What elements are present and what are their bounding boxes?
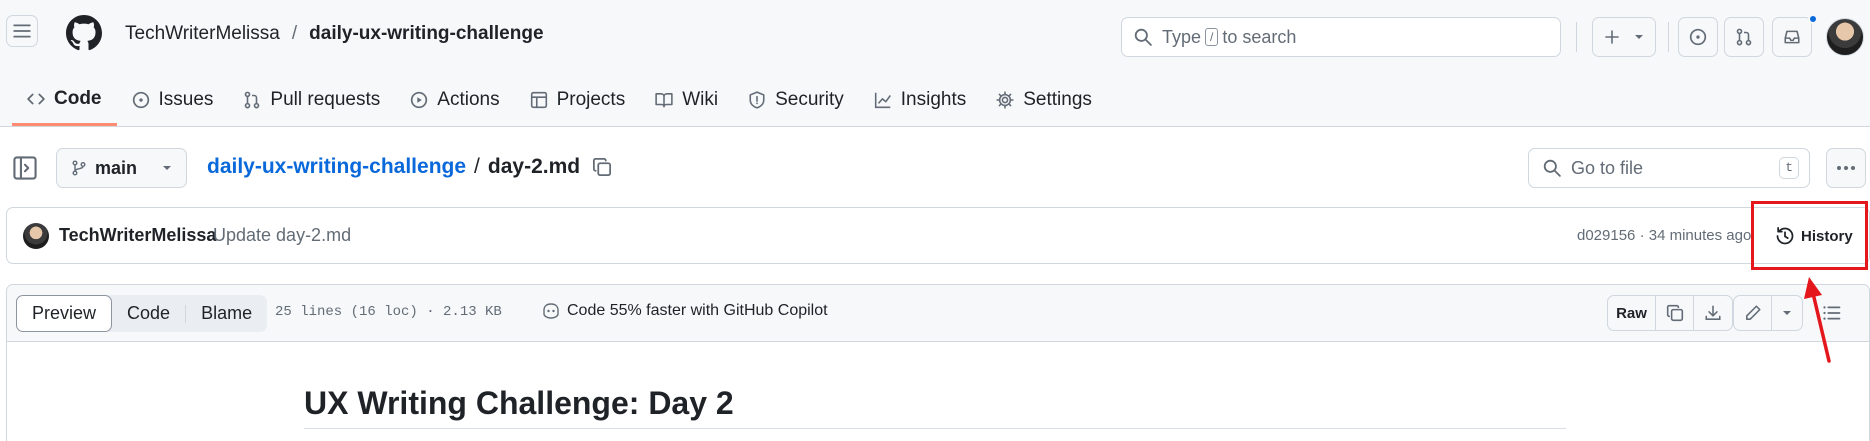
play-icon — [411, 91, 428, 109]
mode-blame-button[interactable]: Blame — [186, 295, 267, 332]
repo-breadcrumb: TechWriterMelissa / daily-ux-writing-cha… — [125, 23, 544, 45]
owner-link[interactable]: TechWriterMelissa — [125, 23, 280, 45]
tab-label: Actions — [437, 89, 500, 110]
breadcrumb-filename: day-2.md — [487, 155, 581, 178]
code-icon — [27, 93, 45, 104]
latest-commit-box: TechWriterMelissa Update day-2.md d02915… — [6, 207, 1870, 264]
search-icon — [1134, 28, 1152, 46]
repo-link[interactable]: daily-ux-writing-challenge — [309, 23, 543, 45]
gear-icon — [996, 91, 1014, 109]
sidebar-expand-icon[interactable] — [12, 155, 38, 181]
triangle-down-icon — [1635, 35, 1643, 39]
mode-preview-button[interactable]: Preview — [16, 295, 113, 332]
branch-name: main — [95, 157, 138, 178]
tab-label: Insights — [900, 89, 967, 110]
notification-indicator — [1808, 14, 1818, 24]
commit-message[interactable]: Update day-2.md — [213, 225, 351, 246]
search-icon — [1543, 159, 1561, 177]
search-suffix: to search — [1222, 26, 1297, 47]
issue-icon — [132, 91, 149, 109]
pencil-icon — [1745, 305, 1761, 320]
tab-label: Security — [775, 89, 844, 110]
raw-copy-download-group: Raw — [1607, 295, 1733, 331]
tab-wiki[interactable]: Wiki — [640, 80, 733, 120]
shield-icon — [749, 91, 765, 109]
header-divider — [1668, 22, 1669, 52]
tab-issues[interactable]: Issues — [117, 80, 229, 120]
issue-opened-icon — [1689, 28, 1707, 46]
copy-raw-button[interactable] — [1656, 296, 1694, 330]
annotation-arrow-icon — [1804, 277, 1831, 363]
tab-label: Issues — [158, 89, 214, 110]
book-icon — [655, 93, 673, 108]
commit-author[interactable]: TechWriterMelissa — [59, 225, 216, 246]
global-search-input[interactable]: Type / to search — [1121, 17, 1561, 57]
github-logo-icon[interactable] — [66, 15, 102, 51]
raw-button[interactable]: Raw — [1608, 296, 1656, 330]
file-viewer: Preview Code Blame 25 lines (16 loc) · 2… — [6, 284, 1870, 441]
more-options-button[interactable] — [1826, 148, 1866, 188]
hamburger-icon — [13, 24, 31, 38]
edit-file-button[interactable] — [1734, 296, 1772, 330]
create-new-button[interactable] — [1592, 17, 1656, 57]
tab-code[interactable]: Code — [12, 80, 117, 126]
heading-underline — [304, 428, 1566, 429]
file-toolbar: Preview Code Blame 25 lines (16 loc) · 2… — [7, 285, 1869, 342]
copy-icon — [1666, 304, 1683, 322]
file-breadcrumb: daily-ux-writing-challenge / day-2.md — [207, 155, 612, 179]
git-pull-request-icon — [1736, 28, 1752, 46]
git-branch-icon — [72, 160, 86, 176]
tab-settings[interactable]: Settings — [981, 80, 1107, 120]
inbox-button[interactable] — [1772, 17, 1812, 57]
repo-nav-tabs: Code Issues Pull requests Actions Projec… — [12, 80, 1107, 127]
go-to-file-placeholder: Go to file — [1571, 157, 1644, 178]
tab-label: Projects — [556, 89, 626, 110]
tab-label: Settings — [1023, 89, 1092, 110]
triangle-down-icon — [163, 166, 171, 170]
header-divider — [1576, 22, 1577, 52]
view-mode-segmented-control: Preview Code Blame — [16, 295, 268, 332]
go-to-file-shortcut-key: t — [1779, 157, 1799, 179]
plus-icon — [1605, 30, 1619, 44]
tab-label: Wiki — [682, 89, 719, 110]
markdown-heading: UX Writing Challenge: Day 2 — [304, 385, 734, 421]
edit-button-group — [1733, 295, 1803, 331]
tab-security[interactable]: Security — [733, 80, 859, 120]
tab-projects[interactable]: Projects — [515, 80, 641, 120]
tab-actions[interactable]: Actions — [395, 80, 514, 120]
search-shortcut-key: / — [1205, 28, 1219, 46]
tab-label: Code — [54, 87, 102, 109]
table-icon — [530, 91, 547, 109]
breadcrumb-repo-link[interactable]: daily-ux-writing-challenge — [207, 155, 466, 179]
tab-pull-requests[interactable]: Pull requests — [228, 80, 395, 120]
issues-button[interactable] — [1678, 17, 1718, 57]
search-prefix: Type — [1162, 26, 1202, 47]
commit-author-avatar[interactable] — [23, 223, 49, 249]
history-highlight-annotation — [1751, 201, 1868, 270]
user-avatar[interactable] — [1826, 18, 1864, 56]
owner-repo-separator: / — [291, 23, 298, 44]
mode-code-button[interactable]: Code — [112, 295, 185, 332]
kebab-horizontal-icon — [1837, 166, 1855, 170]
copilot-promo-link[interactable]: Code 55% faster with GitHub Copilot — [541, 302, 828, 320]
copy-path-icon[interactable] — [592, 157, 612, 177]
commit-sha-time[interactable]: d029156 · 34 minutes ago — [1577, 227, 1751, 244]
branch-selector-button[interactable]: main — [56, 148, 187, 188]
pull-request-icon — [245, 91, 260, 109]
copilot-promo-text: Code 55% faster with GitHub Copilot — [567, 302, 828, 319]
go-to-file-input[interactable]: Go to file t — [1528, 148, 1810, 188]
pull-requests-button[interactable] — [1724, 17, 1764, 57]
graph-icon — [874, 92, 891, 109]
tab-insights[interactable]: Insights — [859, 80, 981, 120]
tab-label: Pull requests — [270, 89, 381, 110]
triangle-down-icon — [1783, 311, 1791, 315]
menu-button[interactable] — [6, 15, 38, 47]
download-button[interactable] — [1694, 296, 1732, 330]
download-icon — [1705, 305, 1721, 320]
copilot-icon — [543, 303, 559, 319]
inbox-icon — [1784, 30, 1800, 44]
breadcrumb-separator: / — [474, 155, 480, 178]
global-header: TechWriterMelissa / daily-ux-writing-cha… — [0, 0, 1870, 127]
file-stats: 25 lines (16 loc) · 2.13 KB — [275, 304, 502, 320]
